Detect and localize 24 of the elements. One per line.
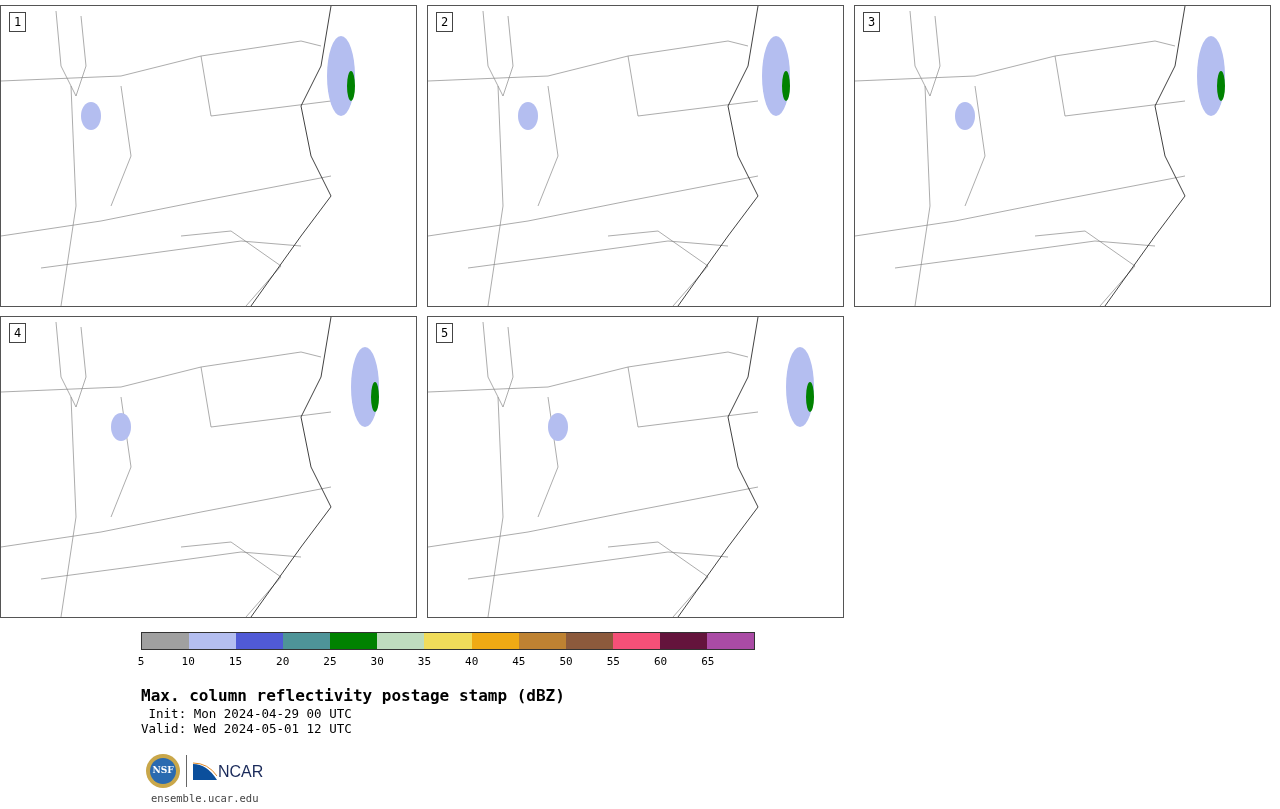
tick-label: 25 [323, 656, 337, 668]
panel-label: 4 [9, 323, 27, 343]
nsf-logo: NSF [146, 754, 180, 788]
tick-label: 65 [701, 656, 715, 668]
tick-label: 20 [276, 656, 290, 668]
tick-label: 35 [417, 656, 432, 668]
panel-label: 3 [863, 12, 881, 32]
panel-label: 1 [9, 12, 27, 32]
site-url[interactable]: ensemble.ucar.edu [151, 792, 755, 805]
tick-label: 40 [465, 656, 479, 668]
panel-label: 5 [436, 323, 454, 343]
valid-time: Valid: Wed 2024-05-01 12 UTC [141, 721, 353, 736]
panel-label: 2 [436, 12, 454, 32]
ncar-logo: NCAR [193, 762, 264, 780]
tick-label: 5 [137, 656, 145, 668]
tick-label: 15 [228, 656, 243, 668]
tick-label: 30 [370, 656, 384, 668]
init-time: Init: Mon 2024-04-29 00 UTC [147, 706, 353, 721]
chart-title: Max. column reflectivity postage stamp (dBZ) [141, 686, 566, 706]
tick-label: 50 [559, 656, 573, 668]
tick-label: 10 [181, 656, 195, 668]
tick-label: 45 [512, 656, 526, 668]
tick-label: 60 [653, 656, 668, 668]
tick-label: 55 [606, 656, 620, 668]
